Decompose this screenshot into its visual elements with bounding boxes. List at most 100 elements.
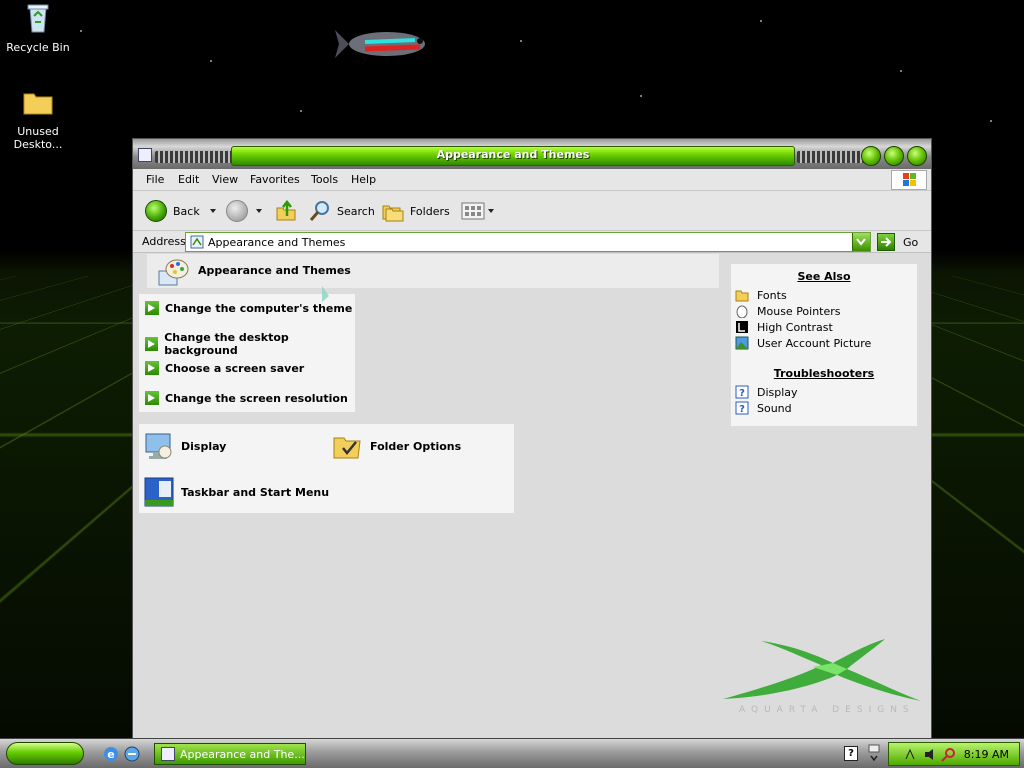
back-button[interactable]: Back	[145, 199, 216, 223]
desktop-icon-recycle-bin[interactable]: Recycle Bin	[0, 2, 76, 54]
up-folder-icon	[276, 200, 296, 221]
address-label: Address	[142, 235, 186, 248]
taskbar-window-button[interactable]: Appearance and The...	[154, 743, 306, 765]
task-screen-resolution[interactable]: Change the screen resolution	[145, 391, 348, 405]
see-also-user-account-picture[interactable]: User Account Picture	[735, 336, 871, 350]
chevron-down-icon	[856, 238, 866, 246]
control-panel-display[interactable]: Display	[143, 430, 226, 462]
troubleshooter-label: Sound	[757, 401, 792, 415]
category-title: Appearance and Themes	[198, 264, 351, 277]
see-also-label: User Account Picture	[757, 336, 872, 350]
address-dropdown-button[interactable]	[852, 233, 870, 251]
desktop-icon-unused-shortcuts[interactable]: Unused Deskto...	[0, 86, 76, 151]
start-button[interactable]	[6, 742, 84, 765]
forward-button[interactable]	[226, 199, 262, 223]
control-panel-small-icon	[161, 747, 175, 761]
tray-collapse-icon[interactable]	[866, 743, 882, 763]
control-panel-icons-panel: Display Folder Options Taskbar and Start…	[139, 424, 514, 513]
back-label: Back	[173, 204, 200, 218]
maximize-button[interactable]	[884, 146, 904, 166]
troubleshooter-display[interactable]: ? Display	[735, 385, 798, 399]
pick-a-task-panel: Change the computer's theme Change the d…	[139, 294, 355, 412]
close-button[interactable]	[907, 146, 927, 166]
category-header: Appearance and Themes	[147, 254, 719, 288]
forward-dropdown-icon[interactable]	[256, 209, 262, 213]
mouse-icon	[736, 305, 748, 318]
taskbar-icon	[144, 477, 174, 507]
address-input[interactable]: Appearance and Themes	[185, 232, 871, 252]
internet-explorer-icon[interactable]: e	[102, 745, 120, 763]
see-also-fonts[interactable]: Fonts	[735, 288, 787, 302]
system-tray: 8:19 AM	[888, 742, 1020, 766]
search-tray-icon[interactable]	[941, 747, 956, 762]
task-change-background[interactable]: Change the desktop background	[145, 331, 355, 357]
task-label: Change the screen resolution	[165, 391, 348, 405]
troubleshooter-sound[interactable]: ? Sound	[735, 401, 792, 415]
control-panel-label: Taskbar and Start Menu	[181, 485, 330, 499]
clock[interactable]: 8:19 AM	[964, 748, 1009, 761]
task-label: Choose a screen saver	[165, 361, 305, 375]
svg-text:?: ?	[739, 404, 745, 415]
network-tray-icon[interactable]	[903, 747, 918, 762]
menu-tools[interactable]: Tools	[311, 173, 338, 186]
views-button[interactable]	[461, 199, 494, 223]
see-also-label: Fonts	[757, 288, 787, 302]
minimize-button[interactable]	[861, 146, 881, 166]
mouse-cursor-icon	[322, 286, 329, 302]
folder-options-icon	[333, 437, 361, 459]
window-system-icon[interactable]	[138, 148, 152, 162]
see-also-high-contrast[interactable]: High Contrast	[735, 320, 833, 334]
explorer-window: Appearance and Themes File Edit View Fav…	[132, 138, 932, 738]
task-screen-saver[interactable]: Choose a screen saver	[145, 361, 304, 375]
troubleshooters-title: Troubleshooters	[773, 367, 875, 380]
go-button[interactable]: Go	[877, 233, 918, 251]
menu-help[interactable]: Help	[351, 173, 376, 186]
address-value: Appearance and Themes	[208, 236, 346, 249]
volume-tray-icon[interactable]	[923, 747, 938, 762]
folders-button[interactable]: Folders	[382, 199, 450, 223]
see-also-panel: See Also Fonts Mouse Pointers High Contr…	[731, 264, 917, 426]
control-panel-folder-options[interactable]: Folder Options	[332, 430, 461, 462]
control-panel-taskbar-start-menu[interactable]: Taskbar and Start Menu	[143, 476, 329, 508]
task-arrow-icon	[145, 391, 159, 405]
see-also-mouse-pointers[interactable]: Mouse Pointers	[735, 304, 841, 318]
views-dropdown-icon	[488, 209, 494, 213]
svg-text:e: e	[107, 748, 114, 761]
menu-bar: File Edit View Favorites Tools Help	[133, 169, 931, 191]
up-folder-button[interactable]	[275, 199, 297, 223]
display-icon	[145, 433, 172, 459]
back-dropdown-icon[interactable]	[209, 209, 216, 213]
menu-edit[interactable]: Edit	[178, 173, 199, 186]
see-also-title: See Also	[797, 270, 851, 283]
windows-flag-icon	[903, 173, 916, 186]
address-bar: Address Appearance and Themes Go	[133, 231, 931, 253]
appearance-themes-icon	[158, 259, 189, 286]
task-change-theme[interactable]: Change the computer's theme	[145, 301, 352, 315]
task-label: Change the desktop background	[164, 331, 289, 357]
title-bar[interactable]: Appearance and Themes	[133, 139, 931, 169]
folders-icon	[382, 205, 404, 222]
forward-arrow-icon	[226, 200, 248, 222]
troubleshooter-label: Display	[757, 385, 798, 399]
title-vent-decoration	[155, 151, 235, 163]
search-button[interactable]: Search	[309, 199, 375, 223]
see-also-label: Mouse Pointers	[757, 304, 841, 318]
contrast-icon	[736, 321, 748, 333]
outlook-express-icon[interactable]	[123, 745, 141, 763]
desktop-icon-label: Unused Deskto...	[13, 125, 63, 151]
menu-view[interactable]: View	[212, 173, 238, 186]
go-arrow-icon	[877, 233, 895, 251]
menu-favorites[interactable]: Favorites	[250, 173, 300, 186]
task-arrow-icon	[145, 301, 159, 315]
back-arrow-icon	[145, 200, 167, 222]
task-label: Change the computer's theme	[165, 301, 353, 315]
help-icon: ?	[735, 385, 749, 399]
brand-watermark-text: AQUARTA DESIGNS	[739, 705, 915, 715]
views-icon	[461, 202, 485, 220]
fish-wallpaper-icon	[335, 30, 425, 58]
svg-text:?: ?	[739, 388, 745, 399]
help-tray-icon[interactable]: ?	[844, 746, 858, 761]
user-picture-icon	[735, 336, 749, 350]
windows-logo-icon	[891, 170, 927, 190]
menu-file[interactable]: File	[146, 173, 164, 186]
